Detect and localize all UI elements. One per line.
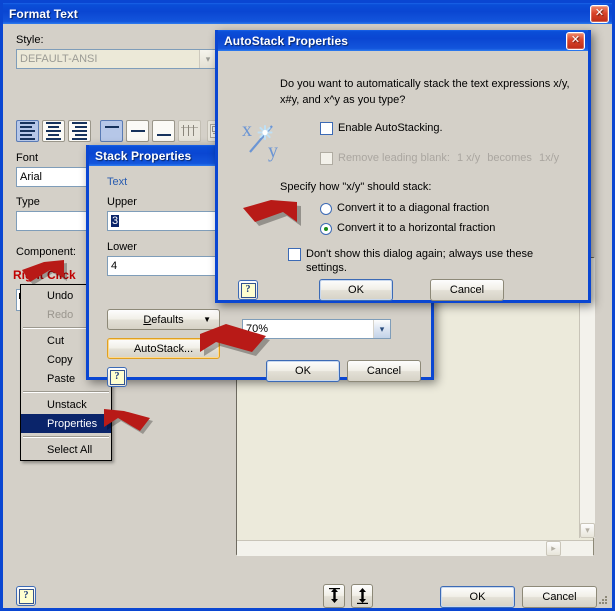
radio-diagonal-label: Convert it to a diagonal fraction: [337, 202, 490, 214]
autostack-properties-dialog: AutoStack Properties ✕ Do you want to au…: [215, 30, 591, 303]
format-text-titlebar[interactable]: Format Text ✕: [3, 3, 612, 24]
style-combo[interactable]: DEFAULT-ANSI ▾: [16, 49, 217, 69]
enable-autostacking-label: Enable AutoStacking.: [338, 122, 443, 134]
remove-leading-blank-checkbox: [320, 152, 333, 165]
text-group-label: Text: [107, 176, 128, 188]
remove-blank-example-a: 1 x/y: [456, 152, 481, 164]
context-menu-item-select-all[interactable]: Select All: [21, 440, 111, 459]
align-center-button[interactable]: [42, 120, 65, 142]
valign-middle-button[interactable]: [126, 120, 149, 142]
style-label: Style:: [16, 34, 44, 46]
remove-leading-blank-text: Remove leading blank:: [338, 152, 450, 164]
chevron-down-icon[interactable]: ▾: [199, 50, 216, 68]
valign-bottom-button[interactable]: [152, 120, 175, 142]
editor-hscrollbar[interactable]: ▸: [237, 540, 593, 556]
radio-horizontal[interactable]: [320, 223, 332, 235]
remove-leading-blank-label: Remove leading blank: 1 x/y becomes 1x/y: [338, 151, 559, 165]
radio-horizontal-row[interactable]: Convert it to a horizontal fraction: [320, 221, 495, 235]
dont-show-line1: Don't show this dialog again; always use…: [306, 248, 534, 260]
main-ok-label: OK: [469, 591, 486, 603]
autostack-cancel-button[interactable]: Cancel: [430, 279, 504, 301]
size-combo-value: 70%: [246, 323, 269, 335]
svg-text:y: y: [268, 140, 278, 162]
autostack-button[interactable]: AutoStack...: [107, 338, 220, 359]
dont-show-row[interactable]: Don't show this dialog again; always use…: [288, 247, 578, 275]
size-combo[interactable]: 70% ▾: [242, 319, 391, 339]
specify-label: Specify how "x/y" should stack:: [280, 181, 432, 193]
remove-leading-blank-row: Remove leading blank: 1 x/y becomes 1x/y: [320, 151, 559, 165]
autostack-question-line2: x#y, and x^y as you type?: [280, 94, 406, 106]
up-down-lower-icon: [356, 588, 368, 604]
help-icon: ?: [18, 588, 34, 604]
type-label: Type: [16, 196, 40, 208]
main-cancel-label: Cancel: [542, 591, 577, 603]
align-right-button[interactable]: [68, 120, 91, 142]
format-text-title: Format Text: [9, 6, 78, 21]
autostack-label: AutoStack...: [133, 342, 194, 355]
dont-show-line2: settings.: [306, 262, 347, 274]
dont-show-label: Don't show this dialog again; always use…: [306, 247, 533, 275]
main-cancel-button[interactable]: Cancel: [522, 586, 597, 608]
raise-button[interactable]: [323, 584, 345, 608]
help-icon: ?: [109, 369, 125, 385]
tab-stops-button: [178, 120, 201, 142]
enable-autostacking-row[interactable]: Enable AutoStacking.: [320, 121, 443, 135]
defaults-label: Defaults: [143, 313, 184, 326]
autostack-titlebar[interactable]: AutoStack Properties ✕: [218, 30, 588, 51]
autostack-ok-label: OK: [348, 284, 364, 296]
context-menu-item-properties[interactable]: Properties: [21, 414, 111, 433]
upper-input[interactable]: 3: [107, 211, 222, 231]
radio-diagonal[interactable]: [320, 203, 332, 215]
defaults-button[interactable]: Defaults ▼: [107, 309, 220, 330]
chevron-down-icon[interactable]: ▼: [203, 315, 211, 324]
stack-help-button[interactable]: ?: [107, 367, 127, 387]
enable-autostacking-checkbox[interactable]: [320, 122, 333, 135]
radio-diagonal-row[interactable]: Convert it to a diagonal fraction: [320, 201, 489, 215]
autostack-xy-icon: x y: [240, 114, 295, 162]
font-label: Font: [16, 152, 39, 164]
autostack-help-button[interactable]: ?: [238, 280, 258, 300]
stack-cancel-label: Cancel: [366, 365, 402, 377]
autostack-ok-button[interactable]: OK: [319, 279, 393, 301]
upper-input-value: 3: [111, 215, 120, 227]
radio-horizontal-label: Convert it to a horizontal fraction: [337, 222, 496, 234]
context-menu-separator: [23, 391, 109, 393]
main-help-button[interactable]: ?: [16, 586, 36, 606]
lower-input[interactable]: 4: [107, 256, 222, 276]
valign-top-button[interactable]: [100, 120, 123, 142]
stack-cancel-button[interactable]: Cancel: [347, 360, 421, 382]
stack-ok-button[interactable]: OK: [266, 360, 340, 382]
remove-blank-example-mid: becomes: [487, 152, 532, 164]
upper-label: Upper: [107, 196, 137, 208]
autostack-question-line1: Do you want to automatically stack the t…: [280, 78, 570, 90]
autostack-body: Do you want to automatically stack the t…: [218, 51, 588, 301]
up-down-raise-icon: [328, 588, 340, 603]
resize-grip-icon[interactable]: [595, 594, 609, 608]
help-icon: ?: [240, 282, 256, 298]
main-ok-button[interactable]: OK: [440, 586, 515, 608]
font-combo-value: Arial: [20, 171, 43, 183]
style-combo-value: DEFAULT-ANSI: [20, 53, 98, 65]
remove-blank-example-b: 1x/y: [538, 152, 560, 164]
lower-label: Lower: [107, 241, 137, 253]
autostack-title: AutoStack Properties: [224, 33, 349, 48]
stack-ok-label: OK: [295, 365, 311, 377]
right-click-annotation: Right Click: [13, 268, 76, 282]
scroll-right-icon[interactable]: ▸: [546, 541, 561, 556]
close-icon[interactable]: ✕: [566, 31, 585, 50]
close-icon[interactable]: ✕: [590, 4, 609, 23]
component-label: Component:: [16, 246, 76, 258]
dont-show-checkbox[interactable]: [288, 248, 301, 261]
context-menu-separator: [23, 436, 109, 438]
scroll-down-icon[interactable]: ▾: [580, 523, 595, 538]
type-field[interactable]: [16, 211, 93, 231]
lower-button[interactable]: [351, 584, 373, 608]
context-menu-item-unstack[interactable]: Unstack: [21, 395, 111, 414]
chevron-down-icon[interactable]: ▾: [373, 320, 390, 338]
autostack-cancel-label: Cancel: [449, 284, 485, 296]
svg-text:x: x: [242, 119, 252, 141]
align-left-button[interactable]: [16, 120, 39, 142]
lower-input-value: 4: [111, 260, 118, 272]
